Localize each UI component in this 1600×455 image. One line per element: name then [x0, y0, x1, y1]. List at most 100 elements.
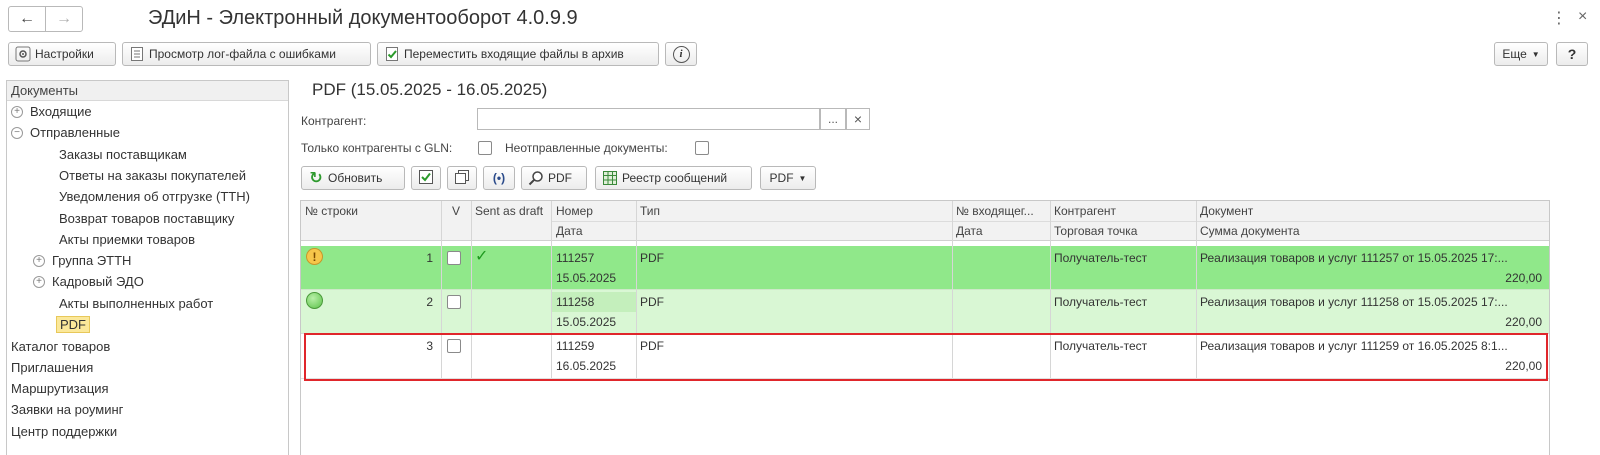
settings-button[interactable]: Настройки: [8, 42, 116, 66]
tree-item-supplier-orders[interactable]: Заказы поставщикам: [59, 147, 187, 162]
refresh-button[interactable]: ↻ Обновить: [301, 166, 405, 190]
clear-counterparty-button[interactable]: ×: [846, 108, 870, 130]
caret-down-icon: ▼: [798, 173, 807, 183]
view-log-label: Просмотр лог-файла с ошибками: [149, 47, 336, 61]
move-to-archive-button[interactable]: Переместить входящие файлы в архив: [377, 42, 659, 66]
documents-tree-panel: Документы + Входящие − Отправленные Заказы…: [6, 80, 289, 455]
doc-number: 111257: [556, 251, 595, 265]
forward-button[interactable]: →: [45, 6, 83, 32]
tree-header: Документы: [7, 81, 288, 101]
document-link[interactable]: Реализация товаров и услуг 111257 от 15.…: [1196, 248, 1546, 268]
back-button[interactable]: ←: [8, 6, 46, 32]
unsent-docs-label: Неотправленные документы:: [505, 141, 668, 155]
help-button[interactable]: ?: [1556, 42, 1588, 66]
document-link[interactable]: Реализация товаров и услуг 111259 от 16.…: [1196, 336, 1546, 356]
tree-item-catalog[interactable]: Каталог товаров: [11, 339, 110, 354]
tree-item-pdf[interactable]: PDF: [56, 316, 90, 333]
table-row[interactable]: 2 111258 15.05.2025 PDF Получатель-тест …: [301, 290, 1549, 334]
counterparty-input[interactable]: [477, 108, 820, 130]
gear-icon: [15, 46, 31, 62]
caret-down-icon: ▼: [1531, 49, 1540, 59]
expand-icon[interactable]: +: [11, 105, 23, 118]
document-link[interactable]: Реализация товаров и услуг 111258 от 15.…: [1196, 292, 1546, 312]
signal-button[interactable]: (•): [483, 166, 515, 190]
col-header-number[interactable]: Номер: [552, 201, 636, 221]
document-check-icon: [384, 46, 400, 62]
doc-number: 111259: [556, 339, 595, 353]
pdf-view-button[interactable]: PDF: [521, 166, 587, 190]
view-log-button[interactable]: Просмотр лог-файла с ошибками: [122, 42, 371, 66]
col-header-document-sum[interactable]: Сумма документа: [1196, 221, 1546, 241]
tree-item-invitations[interactable]: Приглашения: [11, 360, 93, 375]
unsent-docs-checkbox[interactable]: [695, 141, 709, 155]
col-header-sent-as-draft[interactable]: Sent as draft: [471, 201, 551, 221]
gln-only-checkbox[interactable]: [478, 141, 492, 155]
title-bar: ← → ЭДиН - Электронный документооборот 4…: [0, 0, 1600, 38]
check-all-button[interactable]: [411, 166, 441, 190]
settings-label: Настройки: [35, 47, 94, 61]
expand-icon[interactable]: +: [33, 254, 45, 267]
tree-item-routing[interactable]: Маршрутизация: [11, 381, 109, 396]
copy-button[interactable]: [447, 166, 477, 190]
tree-item-label: Кадровый ЭДО: [52, 274, 144, 289]
tree-item-work-acts[interactable]: Акты выполненных работ: [59, 296, 213, 311]
col-header-incoming-number[interactable]: № входящег...: [952, 201, 1050, 221]
arrow-left-icon: ←: [19, 10, 35, 27]
col-header-incoming-date[interactable]: Дата: [952, 221, 1050, 241]
table-row[interactable]: ! 1 ✓ 111257 15.05.2025 PDF Получатель-т…: [301, 246, 1549, 290]
refresh-label: Обновить: [328, 171, 383, 185]
documents-table: № строки V Sent as draft Номер Дата Тип …: [300, 200, 1550, 455]
tree-item-support-center[interactable]: Центр поддержки: [11, 424, 117, 439]
row-checkbox[interactable]: [447, 251, 461, 265]
tree-item-roaming-requests[interactable]: Заявки на роуминг: [11, 402, 123, 417]
tree-item-supplier-returns[interactable]: Возврат товаров поставщику: [59, 211, 234, 226]
row-number: 1: [426, 251, 433, 265]
row-checkbox[interactable]: [447, 295, 461, 309]
col-header-trade-point[interactable]: Торговая точка: [1050, 221, 1196, 241]
col-header-v[interactable]: V: [441, 201, 471, 221]
pdf-dropdown-button[interactable]: PDF ▼: [760, 166, 816, 190]
col-header-row-number[interactable]: № строки: [301, 201, 441, 221]
table-icon: [602, 170, 618, 186]
counterparty: Получатель-тест: [1054, 339, 1148, 353]
tree-item-hr-edo[interactable]: + Кадровый ЭДО: [33, 274, 144, 289]
row-number: 3: [426, 339, 433, 353]
close-icon[interactable]: ×: [1578, 8, 1587, 26]
tree-item-shipment-notices[interactable]: Уведомления об отгрузке (ТТН): [59, 189, 250, 204]
info-button[interactable]: i: [665, 42, 697, 66]
gln-only-label: Только контрагенты с GLN:: [301, 141, 453, 155]
more-menu-icon[interactable]: ⋮: [1551, 8, 1567, 28]
document-list-icon: [129, 46, 145, 62]
counterparty: Получатель-тест: [1054, 251, 1148, 265]
collapse-icon[interactable]: −: [11, 126, 23, 139]
tree-item-label: Группа ЭТТН: [52, 253, 132, 268]
tree-item-incoming[interactable]: + Входящие: [11, 104, 92, 119]
counterparty: Получатель-тест: [1054, 295, 1148, 309]
document-sum: 220,00: [1505, 315, 1542, 329]
more-button[interactable]: Еще ▼: [1494, 42, 1548, 66]
col-header-counterparty[interactable]: Контрагент: [1050, 201, 1196, 221]
checkbox-checked-icon: [418, 169, 434, 188]
message-registry-button[interactable]: Реестр сообщений: [595, 166, 752, 190]
col-header-date[interactable]: Дата: [552, 221, 636, 241]
table-row[interactable]: 3 111259 16.05.2025 PDF Получатель-тест …: [301, 334, 1549, 378]
col-header-document[interactable]: Документ: [1196, 201, 1546, 221]
row-checkbox[interactable]: [447, 339, 461, 353]
refresh-icon: ↻: [309, 170, 323, 187]
row-number: 2: [426, 295, 433, 309]
doc-date: 15.05.2025: [556, 271, 617, 285]
tree-item-ettn-group[interactable]: + Группа ЭТТН: [33, 253, 131, 268]
message-registry-label: Реестр сообщений: [622, 171, 728, 185]
select-counterparty-button[interactable]: ...: [820, 108, 846, 130]
info-icon: i: [672, 45, 690, 63]
sent-as-draft: [471, 291, 511, 311]
doc-type: PDF: [640, 251, 664, 265]
sent-as-draft: [471, 335, 511, 355]
expand-icon[interactable]: +: [33, 275, 45, 288]
table-header: № строки V Sent as draft Номер Дата Тип …: [301, 201, 1549, 241]
tree-item-sent[interactable]: − Отправленные: [11, 125, 120, 140]
move-to-archive-label: Переместить входящие файлы в архив: [404, 47, 624, 61]
tree-item-acceptance-acts[interactable]: Акты приемки товаров: [59, 232, 195, 247]
col-header-type[interactable]: Тип: [636, 201, 952, 221]
tree-item-order-responses[interactable]: Ответы на заказы покупателей: [59, 168, 246, 183]
